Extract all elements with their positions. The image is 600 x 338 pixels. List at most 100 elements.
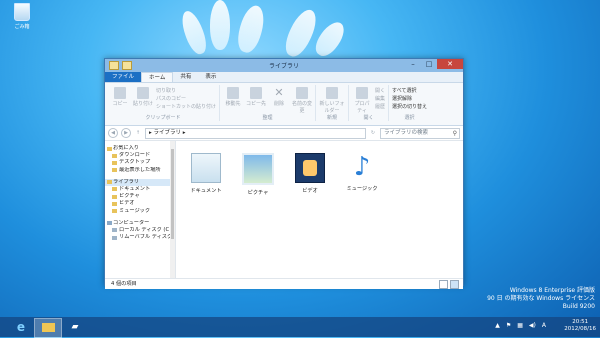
cut-button[interactable]: 切り取り (156, 87, 216, 94)
refresh-button[interactable]: ↻ (369, 129, 377, 137)
group-label: クリップボード (145, 115, 181, 121)
nav-videos[interactable]: ビデオ (105, 200, 175, 207)
file-explorer-icon[interactable] (34, 318, 62, 338)
ribbon: コピー 貼り付け 切り取り パスのコピー ショートカットの貼り付け クリップボー… (105, 83, 463, 126)
nav-libraries[interactable]: ライブラリ (105, 178, 175, 186)
nav-recent[interactable]: 最近表示した場所 (105, 167, 175, 174)
status-bar: 4 個の項目 (105, 278, 463, 289)
copy-path-button[interactable]: パスのコピー (156, 95, 216, 102)
select-all-button[interactable]: すべて選択 (392, 87, 427, 94)
nav-scrollbar[interactable] (170, 141, 175, 278)
invert-selection-button[interactable]: 選択の切り替え (392, 103, 427, 110)
volume-icon[interactable]: ◀) (529, 322, 536, 329)
nav-label: ビデオ (119, 200, 135, 207)
nav-label: リムーバブル ディスク (119, 234, 173, 241)
search-input[interactable]: ライブラリの検索 ⚲ (380, 127, 460, 139)
explorer-window: ライブラリ – □ ✕ ファイル ホーム 共有 表示 コピー 貼り付け 切り取り… (104, 58, 464, 289)
nav-music[interactable]: ミュージック (105, 208, 175, 215)
title-bar[interactable]: ライブラリ – □ ✕ (105, 59, 463, 72)
nav-local-disk[interactable]: ローカル ディスク (C (105, 227, 175, 234)
wallpaper-petal (210, 0, 230, 50)
select-none-button[interactable]: 選択解除 (392, 95, 427, 102)
move-icon (227, 87, 240, 99)
delete-label: 削除 (274, 101, 285, 107)
clock-date: 2012/08/16 (564, 326, 596, 332)
nav-computer[interactable]: コンピューター (105, 220, 175, 227)
scrollbar-thumb[interactable] (171, 149, 174, 239)
ime-indicator[interactable]: A (542, 322, 546, 329)
nav-downloads[interactable]: ダウンロード (105, 152, 175, 159)
tab-share[interactable]: 共有 (173, 72, 198, 82)
nav-label: コンピューター (113, 219, 150, 226)
disk-icon (112, 228, 117, 233)
history-button[interactable]: 履歴 (375, 103, 385, 110)
flag-icon[interactable]: ⚑ (506, 322, 511, 329)
library-music[interactable]: ♪ ミュージック (342, 153, 382, 192)
new-folder-label: 新しいフォルダー (319, 101, 345, 114)
tab-home[interactable]: ホーム (141, 72, 174, 82)
new-group: 新しいフォルダー 新規 (316, 85, 350, 121)
breadcrumb[interactable]: ライブラリ (154, 130, 182, 136)
system-tray: ▲ ⚑ ▦ ◀) A (495, 322, 546, 329)
library-videos[interactable]: ビデオ (290, 153, 330, 194)
nav-documents[interactable]: ドキュメント (105, 186, 175, 193)
internet-explorer-icon[interactable]: e (8, 318, 34, 336)
music-note-icon: ♪ (353, 152, 371, 182)
nav-label: ドキュメント (119, 185, 151, 192)
library-icon (107, 180, 112, 185)
nav-desktop[interactable]: デスクトップ (105, 159, 175, 166)
paste-icon (137, 87, 149, 99)
address-path[interactable]: ▸ ライブラリ ▸ (145, 127, 366, 139)
paste-shortcut-button[interactable]: ショートカットの貼り付け (156, 103, 216, 110)
library-label: ミュージック (346, 186, 378, 192)
open-group: プロパティ 開く 編集 履歴 開く (349, 85, 390, 121)
nav-removable-disk[interactable]: リムーバブル ディスク (105, 234, 175, 241)
copy-to-icon (250, 87, 263, 99)
folder-icon (112, 209, 117, 213)
wallpaper-petal (310, 17, 350, 61)
computer-icon (107, 221, 112, 226)
library-pictures[interactable]: ピクチャ (238, 153, 278, 196)
new-folder-icon (326, 87, 339, 99)
evaluation-watermark: Windows 8 Enterprise 評価版 90 日 の期有効な Wind… (487, 287, 595, 311)
paste-label: 貼り付け (133, 101, 154, 107)
library-documents[interactable]: ドキュメント (186, 153, 226, 194)
videos-icon (295, 153, 325, 183)
details-view-icon[interactable] (439, 280, 448, 289)
clock[interactable]: 20:51 2012/08/16 (564, 319, 596, 333)
tab-file[interactable]: ファイル (105, 72, 142, 82)
up-button[interactable]: ↑ (134, 129, 142, 137)
nav-label: デスクトップ (119, 159, 151, 166)
open-button[interactable]: 開く (375, 87, 385, 94)
nav-favorites[interactable]: お気に入り (105, 145, 175, 152)
large-icons-view-icon[interactable] (450, 280, 459, 289)
maximize-button[interactable]: □ (421, 59, 437, 69)
documents-icon (191, 153, 221, 183)
nav-label: ライブラリ (113, 178, 139, 185)
recycle-bin-icon[interactable]: ごみ箱 (4, 3, 40, 30)
minimize-button[interactable]: – (405, 59, 421, 69)
folder-icon (112, 160, 117, 165)
nav-label: ピクチャ (119, 193, 140, 200)
watermark-line: Windows 8 Enterprise 評価版 (509, 287, 595, 294)
close-button[interactable]: ✕ (437, 59, 463, 69)
network-icon[interactable]: ▦ (517, 322, 523, 329)
watermark-line: Build 9200 (562, 303, 595, 310)
star-icon (107, 146, 112, 151)
clipboard-group: コピー 貼り付け 切り取り パスのコピー ショートカットの貼り付け クリップボー… (107, 85, 221, 121)
arrow-up-icon[interactable]: ▲ (495, 322, 500, 329)
copy-label: コピー (112, 101, 128, 107)
tab-view[interactable]: 表示 (198, 72, 223, 82)
nav-label: お気に入り (113, 145, 139, 151)
app-icon[interactable]: ▰ (62, 318, 88, 336)
edit-button[interactable]: 編集 (375, 95, 385, 102)
delete-icon: ✕ (274, 86, 284, 99)
back-button[interactable]: ◀ (108, 128, 118, 138)
nav-label: ローカル ディスク (C (119, 226, 170, 233)
properties-icon (356, 87, 369, 99)
address-bar: ◀ ▶ ↑ ▸ ライブラリ ▸ ↻ ライブラリの検索 ⚲ (105, 126, 463, 141)
nav-pictures[interactable]: ピクチャ (105, 193, 175, 200)
move-to-label: 移動先 (225, 101, 241, 107)
explorer-body: お気に入り ダウンロード デスクトップ 最近表示した場所 ライブラリ ドキュメン… (105, 141, 463, 278)
forward-button[interactable]: ▶ (121, 128, 131, 138)
